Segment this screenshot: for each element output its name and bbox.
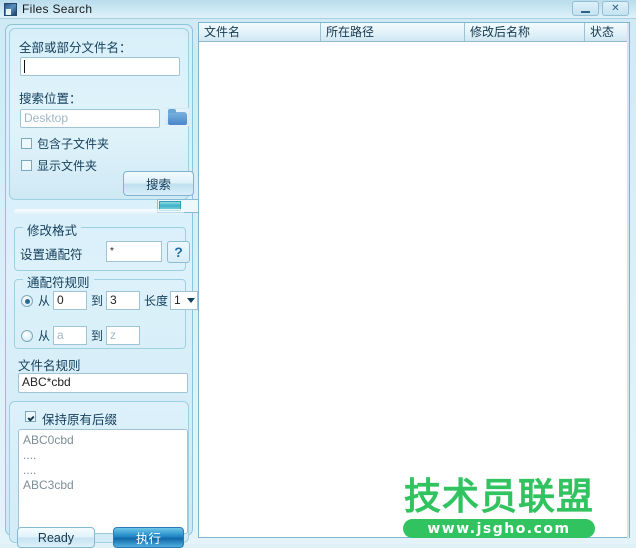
filename-label: 全部或部分文件名：: [19, 41, 132, 55]
watermark-text: 技术员联盟: [404, 475, 594, 518]
status-button[interactable]: Ready: [17, 527, 95, 548]
rule2-to-input[interactable]: z: [106, 326, 140, 345]
column-header-filename[interactable]: 文件名: [199, 23, 321, 41]
name-rule-input[interactable]: ABC*cbd: [18, 373, 188, 393]
watermark: 技术员联盟 www.jsgho.com: [396, 476, 602, 538]
watermark-url: www.jsgho.com: [403, 519, 595, 538]
rule1-length-select[interactable]: 1: [170, 291, 198, 310]
close-icon: ✕: [611, 2, 620, 14]
location-label: 搜索位置：: [19, 92, 82, 106]
rule-group-title: 通配符规则: [23, 272, 94, 291]
chevron-down-icon: [187, 298, 195, 303]
rule1-to-input[interactable]: 3: [106, 291, 140, 310]
format-group-title: 修改格式: [23, 220, 82, 239]
name-rule-label: 文件名规则: [18, 359, 81, 373]
subfolders-checkbox[interactable]: [21, 138, 32, 149]
column-header-status[interactable]: 状态: [585, 23, 629, 41]
rule1-length-value: 1: [174, 293, 181, 307]
showfolders-label: 显示文件夹: [37, 159, 98, 173]
title-bar: Files Search ✕: [0, 0, 636, 19]
keep-suffix-label: 保持原有后缀: [42, 413, 118, 427]
panel-divider: [14, 209, 184, 215]
column-header-newname[interactable]: 修改后名称: [465, 23, 585, 41]
preview-listbox[interactable]: ABC0cbd .... .... ABC3cbd: [18, 429, 188, 534]
close-button[interactable]: ✕: [602, 1, 629, 16]
wildcard-input[interactable]: *: [106, 241, 162, 262]
keep-suffix-checkbox[interactable]: [25, 411, 36, 422]
list-item: ABC0cbd: [23, 433, 74, 447]
rule2-from-input[interactable]: a: [53, 326, 87, 345]
text-caret: [24, 60, 25, 73]
folder-icon: [168, 109, 187, 125]
help-button[interactable]: ?: [167, 241, 190, 263]
execute-button[interactable]: 执行: [113, 527, 184, 548]
results-scrollbar[interactable]: [627, 23, 629, 539]
list-item: ABC3cbd: [23, 478, 74, 492]
location-input[interactable]: Desktop: [20, 109, 160, 128]
results-panel: 文件名 所在路径 修改后名称 状态: [198, 22, 630, 539]
minimize-icon: [573, 2, 598, 15]
wildcard-label: 设置通配符: [20, 248, 83, 262]
left-panel: 全部或部分文件名： 搜索位置： Desktop 包含子文件夹 显示文件夹 搜索 …: [5, 24, 201, 543]
rule-radio-numeric[interactable]: [21, 295, 33, 307]
showfolders-checkbox[interactable]: [21, 160, 32, 171]
search-button[interactable]: 搜索: [123, 171, 194, 196]
rule1-from-label: 从: [38, 294, 51, 308]
subfolders-label: 包含子文件夹: [37, 137, 110, 151]
rule1-to-label: 到: [91, 294, 104, 308]
rule1-from-input[interactable]: 0: [53, 291, 87, 310]
application-window: Files Search ✕ 全部或部分文件名： 搜索位置： Desktop 包…: [0, 0, 636, 548]
list-item: ....: [23, 448, 37, 462]
search-section: 全部或部分文件名： 搜索位置： Desktop 包含子文件夹 显示文件夹 搜索: [9, 28, 201, 213]
rule2-to-label: 到: [91, 329, 104, 343]
results-header: 文件名 所在路径 修改后名称 状态: [199, 23, 629, 42]
rule-radio-alpha[interactable]: [21, 330, 33, 342]
filename-input[interactable]: [20, 57, 180, 76]
rule1-length-label: 长度: [144, 294, 169, 308]
list-item: ....: [23, 463, 37, 477]
rule2-from-label: 从: [38, 329, 51, 343]
window-title: Files Search: [22, 2, 93, 16]
browse-folder-button[interactable]: [165, 108, 189, 126]
app-icon: [4, 3, 17, 16]
column-header-path[interactable]: 所在路径: [321, 23, 465, 41]
minimize-button[interactable]: [572, 1, 599, 16]
